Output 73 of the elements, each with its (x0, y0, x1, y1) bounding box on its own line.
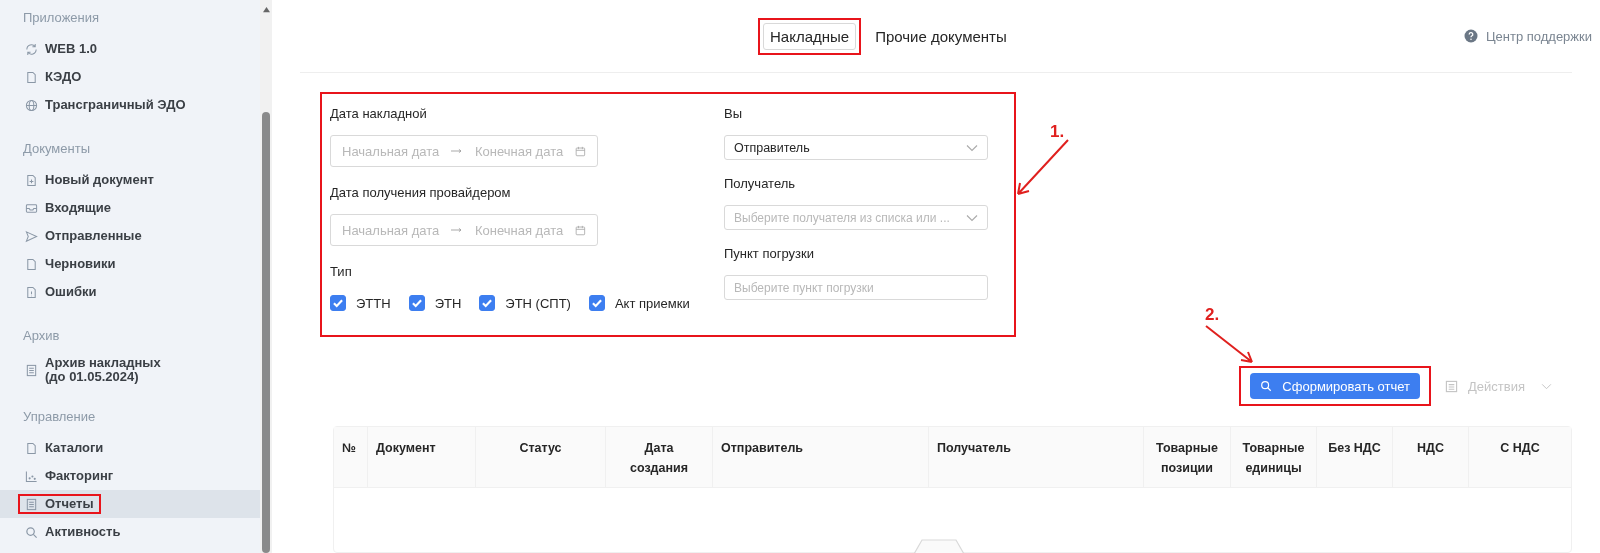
search-icon (25, 525, 38, 539)
list-icon (1445, 379, 1459, 393)
chart-icon (25, 469, 38, 483)
column-header: Без НДС (1317, 427, 1393, 487)
nav-item[interactable]: WEB 1.0 (0, 35, 260, 63)
column-header: Получатель (929, 427, 1144, 487)
doc-icon (25, 70, 38, 84)
nav-item[interactable]: Факторинг (0, 462, 260, 490)
nav-item[interactable]: Отправленные (0, 222, 260, 250)
nav-item[interactable]: КЭДО (0, 63, 260, 91)
column-header: Документ (368, 427, 476, 487)
highlight-frame: Отчеты (18, 494, 101, 514)
field-label: Пункт погрузки (724, 245, 815, 263)
chevron-down-icon (966, 143, 978, 152)
scroll-thumb[interactable] (262, 112, 270, 553)
column-header: Отправитель (713, 427, 929, 487)
globe-icon (25, 98, 38, 112)
nav-item[interactable]: Отчеты (0, 490, 260, 518)
nav-item[interactable]: Активность (0, 518, 260, 546)
send-icon (25, 229, 38, 243)
calendar-icon (575, 223, 586, 237)
nav-item[interactable]: Архив накладных (до 01.05.2024) (0, 353, 260, 387)
arrow-icon (451, 227, 463, 233)
field-label: Дата получения провайдером (330, 184, 512, 202)
support-link[interactable]: Центр поддержки (1463, 28, 1592, 44)
sync-icon (25, 42, 38, 56)
scrollbar[interactable] (260, 0, 272, 553)
loading-point-field[interactable]: Выберите пункт погрузки (724, 275, 988, 300)
section-title: Приложения (22, 9, 101, 27)
annotation-label: 1. (1050, 122, 1065, 142)
column-header: Товарные позиции (1144, 427, 1231, 487)
nav-item[interactable]: Трансграничный ЭДО (0, 91, 260, 119)
docwarn-icon (25, 285, 38, 299)
doc-icon (25, 441, 38, 455)
search-icon (1260, 380, 1273, 392)
column-header: № (334, 427, 368, 487)
nav-item[interactable]: Черновики (0, 250, 260, 278)
nav-item[interactable]: Входящие (0, 194, 260, 222)
inbox-icon (25, 201, 38, 215)
field-label: Дата накладной (330, 105, 428, 123)
section-title: Управление (22, 408, 97, 426)
column-header: Товарные единицы (1231, 427, 1317, 487)
column-header: С НДС (1499, 440, 1541, 457)
sender-select[interactable]: Отправитель (724, 135, 988, 160)
column-header: Статус (476, 427, 606, 487)
type-checkbox[interactable]: ЭТН (СПТ) (479, 295, 571, 311)
list-icon (25, 497, 38, 511)
list-icon (25, 363, 38, 377)
field-label: Тип (330, 263, 353, 281)
chevron-down-icon (1541, 382, 1552, 390)
annotation-label: 2. (1205, 305, 1220, 325)
section-title: Документы (22, 140, 91, 158)
column-header: НДС (1393, 427, 1469, 487)
arrow-icon (451, 148, 463, 154)
nav-item[interactable]: Ошибки (0, 278, 260, 306)
type-checkbox[interactable]: ЭТН (408, 295, 462, 311)
docplus-icon (25, 173, 38, 187)
nav-item[interactable]: Новый документ (0, 166, 260, 194)
field-label: Получатель (724, 175, 797, 193)
column-header: Дата создания (606, 427, 713, 487)
tab[interactable]: Прочие документы (868, 22, 1014, 50)
scroll-up-icon[interactable] (261, 6, 271, 13)
type-checkbox[interactable]: Акт приемки (588, 295, 690, 311)
nav-item[interactable]: Каталоги (0, 434, 260, 462)
field-label: Вы (724, 105, 743, 123)
help-icon (1463, 29, 1478, 43)
doc-icon (25, 257, 38, 271)
generate-report-button[interactable]: Сформировать отчет (1250, 373, 1421, 399)
calendar-icon (575, 144, 586, 158)
tab[interactable]: Накладные (763, 22, 857, 50)
section-title: Архив (22, 327, 61, 345)
chevron-down-icon (966, 213, 978, 222)
type-checkbox[interactable]: ЭТТН (330, 295, 391, 311)
